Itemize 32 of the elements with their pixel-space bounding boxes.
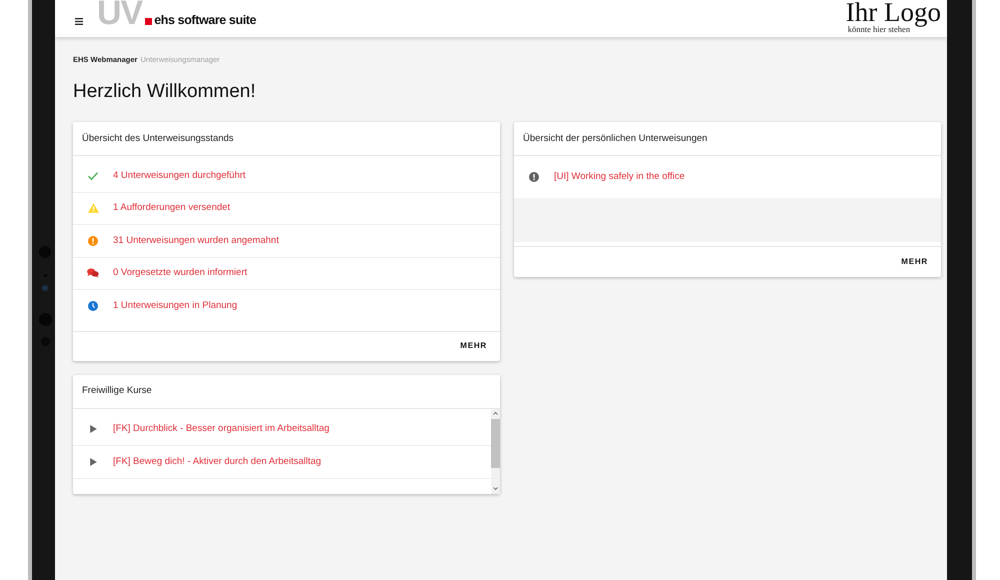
card-title: Übersicht des Unterweisungsstands bbox=[82, 132, 234, 144]
brand-square-icon bbox=[145, 18, 152, 25]
page-heading: Herzlich Willkommen! bbox=[73, 80, 256, 104]
warning-icon bbox=[88, 203, 98, 214]
chat-bubbles-icon bbox=[87, 268, 99, 278]
menu-icon bbox=[75, 18, 83, 25]
list-link[interactable]: 1 Aufforderungen versendet bbox=[113, 202, 230, 214]
card-title: Freiwillige Kurse bbox=[82, 385, 152, 397]
more-button[interactable]: MEHR bbox=[460, 341, 487, 351]
brand-mark: UV bbox=[97, 0, 142, 26]
list-link[interactable]: 0 Vorgesetzte wurden informiert bbox=[113, 267, 248, 280]
scrollbar-thumb[interactable] bbox=[491, 418, 500, 468]
customer-logo-title: Ihr Logo bbox=[846, 0, 941, 25]
list-link[interactable]: 1 Unterweisungen in Planung bbox=[113, 300, 238, 312]
play-icon bbox=[90, 424, 96, 432]
more-button[interactable]: MEHR bbox=[901, 257, 928, 267]
list-link[interactable]: [FK] Beweg dich! - Aktiver durch den Arbeitsalltag bbox=[113, 456, 322, 468]
check-icon bbox=[88, 172, 98, 180]
product-name: ehs software suite bbox=[154, 13, 256, 27]
clock-icon bbox=[88, 301, 98, 312]
chevron-up-icon bbox=[493, 412, 498, 415]
play-icon bbox=[90, 458, 96, 466]
exclamation-circle-icon bbox=[88, 236, 98, 246]
list-link[interactable]: [UI] Working safely in the office bbox=[554, 171, 685, 183]
list-link[interactable]: [FK] Durchblick - Besser organisiert im Arbeitsalltag bbox=[113, 422, 330, 434]
list-link[interactable]: 4 Unterweisungen durchgeführt bbox=[113, 170, 246, 182]
customer-logo-subtitle: könnte hier stehen bbox=[848, 25, 910, 34]
menu-button[interactable] bbox=[75, 18, 83, 25]
card-title: Übersicht der persönlichen Unterweisungen bbox=[523, 132, 708, 144]
list-link[interactable]: 31 Unterweisungen wurden angemahnt bbox=[113, 234, 279, 247]
exclamation-circle-icon bbox=[529, 172, 539, 182]
chevron-down-icon bbox=[493, 487, 498, 490]
